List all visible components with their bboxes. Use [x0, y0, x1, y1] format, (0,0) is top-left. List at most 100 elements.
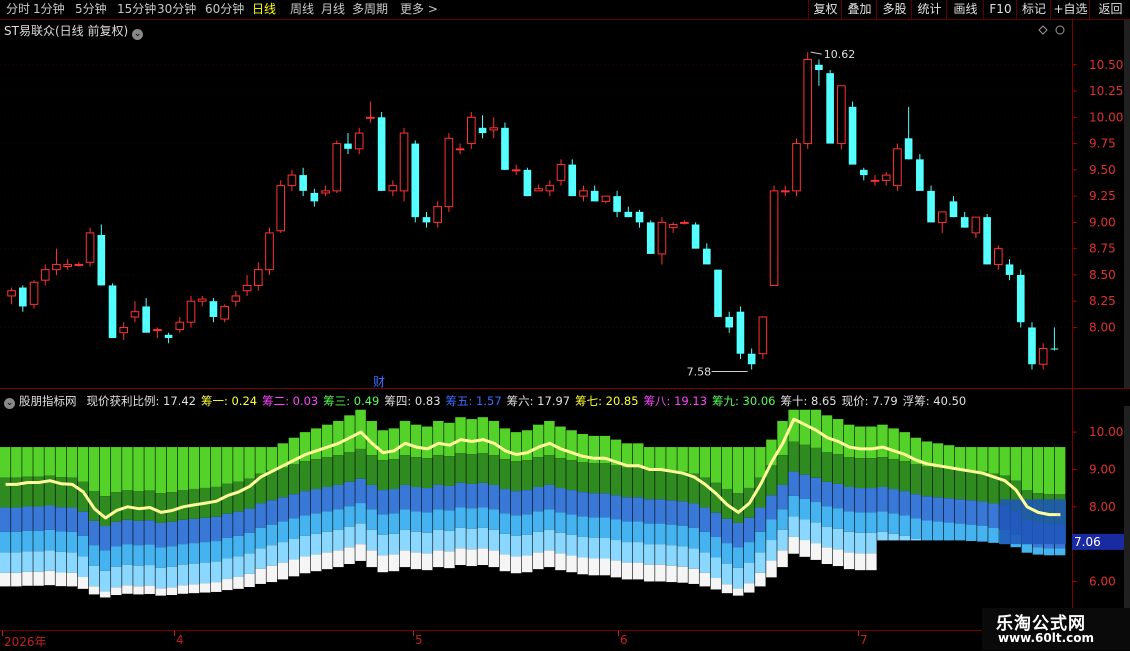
chip-cell [111, 546, 122, 567]
period-tab-7[interactable]: 周线 [290, 2, 314, 17]
chip-cell [533, 424, 544, 458]
period-tab-3[interactable]: 15分钟 [117, 2, 156, 17]
chip-cell [377, 490, 389, 515]
chip-cell [566, 534, 577, 556]
chip-cell [166, 546, 178, 567]
chip-cell [166, 566, 178, 588]
chip-distribution-indicator[interactable] [0, 406, 1072, 630]
chip-cell [866, 458, 877, 489]
chip-cell [444, 530, 455, 552]
period-tab-6[interactable]: 日线 [252, 2, 276, 17]
chip-cell [632, 521, 644, 543]
chip-cell [533, 531, 544, 553]
candle-body [613, 196, 621, 212]
chip-cell [299, 556, 311, 574]
chip-cell [743, 583, 755, 593]
chip-cell [677, 447, 688, 472]
period-tab-5[interactable]: 60分钟 [205, 2, 244, 17]
period-tab-10[interactable]: 更多 > [400, 2, 438, 17]
chip-cell [177, 564, 189, 586]
chip-cell [632, 497, 644, 522]
candle-body [399, 132, 409, 192]
chip-cell [821, 481, 833, 507]
chip-cell [466, 549, 477, 567]
toolbar-button-5[interactable]: F10 [983, 0, 1017, 19]
chip-cell [699, 447, 711, 478]
chip-cell [644, 523, 655, 545]
chip-cell [977, 447, 988, 472]
toolbar-button-0[interactable]: 复权 [808, 0, 842, 19]
toolbar-button-1[interactable]: 叠加 [841, 0, 877, 19]
period-tab-0[interactable]: 分时 [6, 2, 30, 17]
chip-cell [233, 481, 244, 512]
chip-cell [943, 522, 955, 541]
chip-cell [755, 447, 766, 478]
circle-icon[interactable] [1055, 25, 1065, 35]
candle-body [52, 263, 61, 271]
chip-cell [77, 576, 89, 589]
chip-cell [977, 471, 988, 502]
chip-cell [533, 487, 544, 512]
chip-cell [521, 460, 533, 491]
candle-body [702, 248, 711, 265]
chip-cell [433, 484, 444, 510]
chip-cell [533, 511, 544, 532]
current-price-label: 7.06 [1074, 535, 1101, 549]
chip-cell [210, 541, 222, 562]
candle-body [209, 301, 218, 317]
chip-cell [433, 529, 444, 551]
date-axis: 2026年 4 5 6 7 [0, 630, 1072, 651]
candle-body [332, 143, 342, 192]
chip-cell [366, 550, 377, 568]
candle-body [489, 127, 499, 131]
period-tab-4[interactable]: 30分钟 [157, 2, 196, 17]
diamond-icon[interactable] [1038, 25, 1048, 35]
chip-cell [299, 461, 311, 492]
chip-cell [44, 505, 55, 530]
chip-cell [222, 558, 233, 580]
candle-body [534, 188, 543, 192]
chip-cell [421, 553, 433, 571]
toolbar-button-2[interactable]: 多股 [876, 0, 912, 19]
chip-cell [310, 554, 322, 572]
chip-cell [777, 455, 788, 485]
chip-cell [155, 547, 166, 568]
chip-cell [188, 584, 200, 594]
candle-body [792, 143, 801, 192]
chip-cell [199, 583, 211, 593]
chip-cell [377, 460, 389, 491]
kline-chart[interactable]: 10.62 7.58 财 [0, 20, 1072, 388]
chip-cell [133, 520, 144, 546]
high-price-label: 10.62 [824, 48, 856, 61]
chip-cell [355, 409, 366, 449]
candle-body [881, 174, 891, 181]
period-tab-9[interactable]: 多周期 [352, 2, 388, 17]
chip-cell [721, 518, 733, 544]
chip-cell [843, 531, 855, 553]
chip-cell [366, 529, 377, 551]
chip-cell [210, 582, 222, 592]
toolbar-button-3[interactable]: 统计 [911, 0, 947, 19]
toolbar-button-6[interactable]: 标记 [1016, 0, 1051, 19]
chip-cell [655, 544, 666, 565]
panel-divider [0, 388, 1130, 389]
toolbar-button-8[interactable]: 返回 [1089, 0, 1130, 19]
toolbar-button-7[interactable]: +自选 [1050, 0, 1090, 19]
chip-cell [866, 512, 877, 533]
period-tab-2[interactable]: 5分钟 [75, 2, 107, 17]
period-tab-8[interactable]: 月线 [321, 2, 345, 17]
chip-cell [632, 467, 644, 498]
chip-cell [954, 447, 966, 470]
chip-cell [510, 535, 522, 557]
toolbar-button-4[interactable]: 画线 [946, 0, 984, 19]
candle-body [422, 217, 431, 223]
chip-cell [621, 562, 633, 580]
chip-cell [510, 491, 522, 516]
chip-cell [177, 447, 189, 490]
candle-body [657, 221, 667, 255]
chip-cell [388, 459, 400, 490]
period-tab-1[interactable]: 1分钟 [33, 2, 65, 17]
candle-body [444, 137, 454, 208]
chip-cell [88, 586, 100, 595]
chip-cell [688, 548, 699, 569]
